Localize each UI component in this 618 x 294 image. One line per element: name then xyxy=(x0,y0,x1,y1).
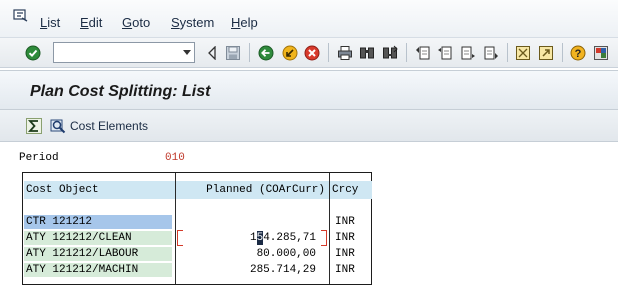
back-icon[interactable] xyxy=(257,44,274,61)
shortcut-icon[interactable] xyxy=(537,44,554,61)
menu-system[interactable]: System xyxy=(171,15,214,30)
title-bar: Plan Cost Splitting: List xyxy=(0,70,618,110)
sum-icon[interactable] xyxy=(26,118,42,134)
command-field[interactable] xyxy=(53,42,195,63)
cost-elements-label: Cost Elements xyxy=(70,119,149,133)
row-currency: INR xyxy=(335,248,355,260)
menu-help[interactable]: Help xyxy=(231,15,258,30)
last-page-icon[interactable] xyxy=(482,44,499,61)
menu-goto[interactable]: Goto xyxy=(122,15,150,30)
print-icon[interactable] xyxy=(336,44,353,61)
create-session-icon[interactable] xyxy=(514,44,531,61)
application-toolbar: Cost Elements xyxy=(0,110,618,142)
system-menu-icon[interactable] xyxy=(13,9,29,23)
cost-list: Cost Object Planned (COArCurr) Crcy CTR … xyxy=(22,172,372,285)
menu-list[interactable]: List xyxy=(40,15,60,30)
save-icon xyxy=(224,44,241,61)
row-currency: INR xyxy=(335,232,355,244)
header-currency[interactable]: Crcy xyxy=(330,181,372,199)
page-title: Plan Cost Splitting: List xyxy=(30,83,211,100)
previous-page-icon[interactable] xyxy=(436,44,453,61)
header-planned[interactable]: Planned (COArCurr) xyxy=(176,181,329,199)
exit-icon[interactable] xyxy=(281,44,298,61)
period-value: 010 xyxy=(165,152,185,164)
standard-toolbar: ? xyxy=(0,38,618,68)
row-planned-input[interactable]: 154.285,71 xyxy=(178,231,320,245)
edit-bracket-right xyxy=(321,230,327,246)
menu-edit[interactable]: Edit xyxy=(80,15,102,30)
row-currency: INR xyxy=(335,216,355,228)
row-object[interactable]: ATY 121212/MACHIN xyxy=(24,263,172,277)
cost-elements-icon xyxy=(50,119,66,134)
collapse-arrow-icon[interactable] xyxy=(203,44,220,61)
row-planned: 285.714,29 xyxy=(249,264,316,276)
row-object[interactable]: ATY 121212/CLEAN xyxy=(24,231,172,245)
chevron-down-icon[interactable] xyxy=(183,50,191,55)
svg-text:?: ? xyxy=(574,48,581,60)
row-object[interactable]: ATY 121212/LABOUR xyxy=(24,247,172,261)
row-currency: INR xyxy=(335,264,355,276)
row-planned xyxy=(178,215,320,229)
next-page-icon[interactable] xyxy=(459,44,476,61)
find-icon[interactable] xyxy=(358,44,375,61)
cost-elements-button[interactable]: Cost Elements xyxy=(50,117,148,135)
row-planned: 80.000,00 xyxy=(256,248,316,260)
customize-layout-icon[interactable] xyxy=(592,44,609,61)
cancel-icon[interactable] xyxy=(303,44,320,61)
find-next-icon[interactable] xyxy=(381,44,398,61)
first-page-icon[interactable] xyxy=(414,44,431,61)
enter-icon[interactable] xyxy=(24,44,41,61)
menu-bar: List Edit Goto System Help xyxy=(0,0,618,38)
row-object[interactable]: CTR 121212 xyxy=(24,215,172,229)
content-area: Period 010 Cost Object Planned (COArCurr… xyxy=(0,142,618,294)
help-icon[interactable]: ? xyxy=(569,44,586,61)
header-cost-object[interactable]: Cost Object xyxy=(24,181,175,199)
period-label: Period xyxy=(19,152,59,164)
